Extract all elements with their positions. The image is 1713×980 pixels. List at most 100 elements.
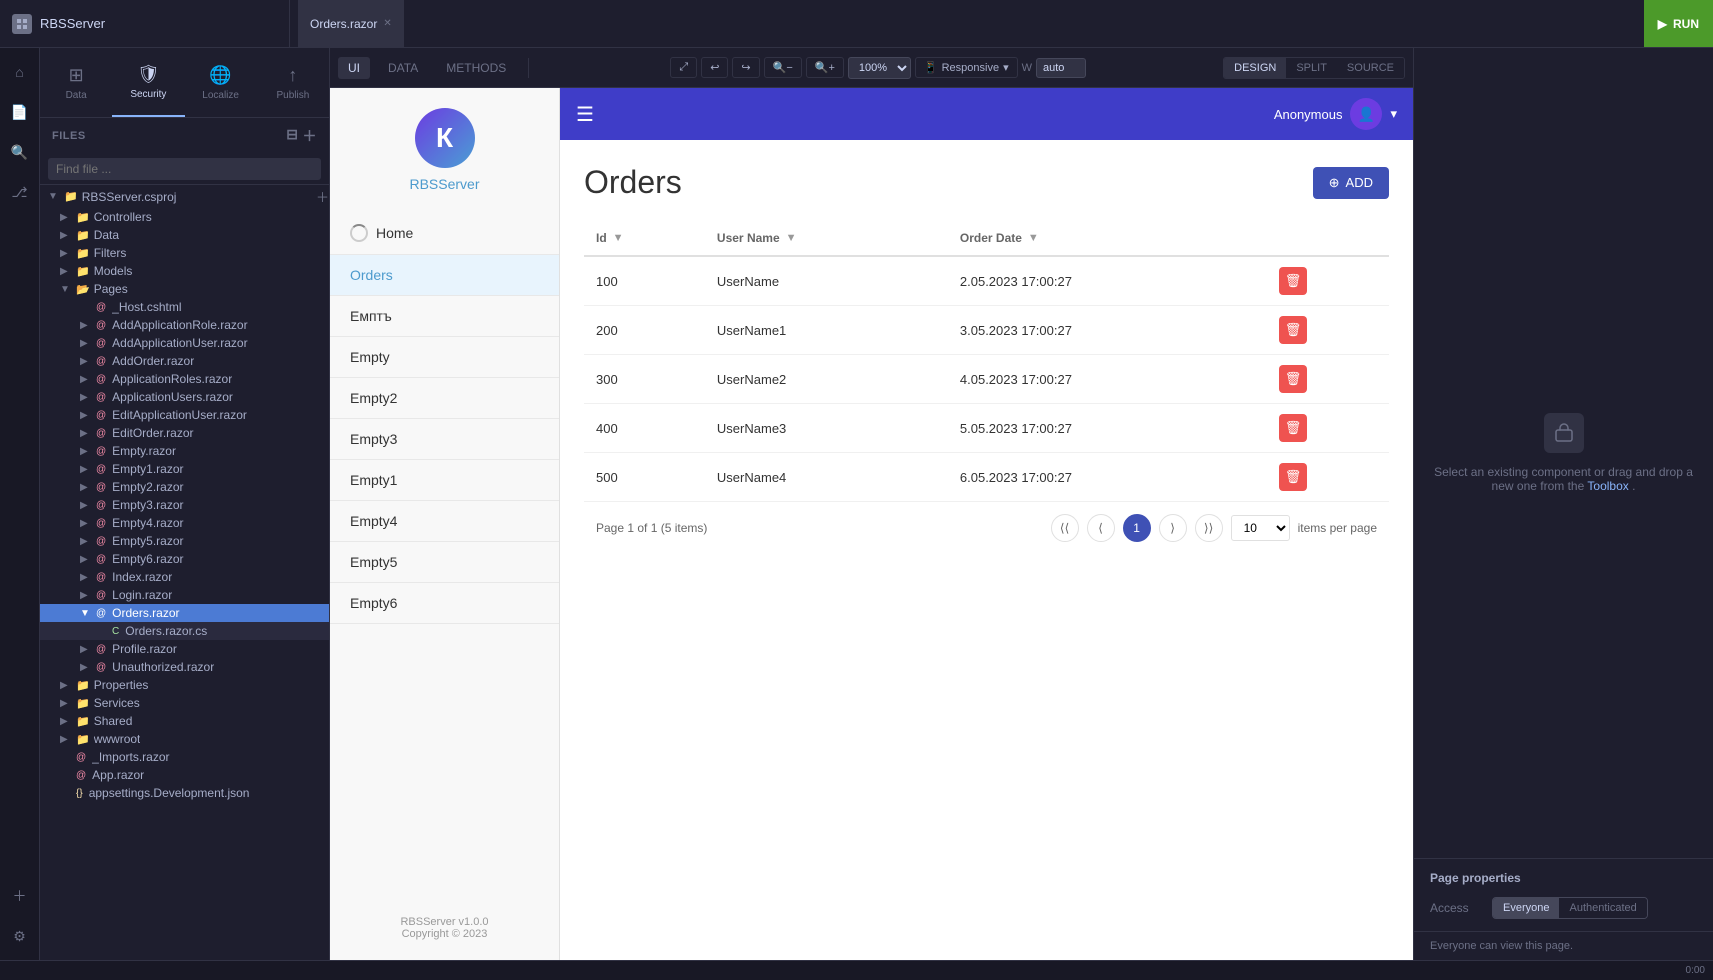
tree-item-properties[interactable]: ▶ 📁 Properties [40,676,329,694]
tab-source[interactable]: SOURCE [1337,58,1404,78]
tree-item-app[interactable]: @ App.razor [40,766,329,784]
tree-item-empty1[interactable]: ▶ @ Empty1.razor [40,460,329,478]
close-tab-icon[interactable]: ✕ [383,18,391,29]
orders-razor-tab[interactable]: Orders.razor ✕ [298,0,405,47]
sidebar-icon-add[interactable]: ＋ [4,880,36,912]
delete-button[interactable]: 🗑 [1279,414,1307,442]
toolbar-data[interactable]: ⊞ Data [40,48,112,117]
tree-item-wwwroot[interactable]: ▶ 📁 wwwroot [40,730,329,748]
empty-state-text: Select an existing component or drag and… [1434,465,1693,493]
tree-item-profile[interactable]: ▶ @ Profile.razor [40,640,329,658]
tree-item-empty5[interactable]: ▶ @ Empty5.razor [40,532,329,550]
tree-item-filters[interactable]: ▶ 📁 Filters [40,244,329,262]
sidebar-icon-settings[interactable]: ⚙ [4,920,36,952]
find-file-input[interactable] [48,158,321,180]
tab-methods[interactable]: METHODS [436,57,516,79]
tree-item-app-roles[interactable]: ▶ @ ApplicationRoles.razor [40,370,329,388]
sidebar-icon-search[interactable]: 🔍 [4,136,36,168]
chevron-right-icon: ▶ [80,392,92,403]
tab-data[interactable]: DATA [378,57,428,79]
tree-item-add-order[interactable]: ▶ @ AddOrder.razor [40,352,329,370]
nav-item-orders[interactable]: Orders [330,255,559,296]
tree-item-data[interactable]: ▶ 📁 Data [40,226,329,244]
tree-root[interactable]: ▼ 📁 RBSServer.csproj ＋ [40,185,329,208]
tree-item-controllers[interactable]: ▶ 📁 Controllers [40,208,329,226]
prev-page-button[interactable]: ⟨ [1087,514,1115,542]
sidebar-icon-git[interactable]: ⎇ [4,176,36,208]
nav-item-empty[interactable]: Empty [330,337,559,378]
user-menu[interactable]: Anonymous 👤 ▾ [1274,98,1397,130]
tree-item-services[interactable]: ▶ 📁 Services [40,694,329,712]
filter-orderdate-icon[interactable]: ▼ [1028,232,1039,244]
redo-button[interactable]: ↪ [732,57,759,78]
zoom-out-button[interactable]: 🔍− [764,57,802,78]
zoom-select[interactable]: 100% 75% 50% 125% 150% [848,57,911,79]
delete-button[interactable]: 🗑 [1279,267,1307,295]
delete-button[interactable]: 🗑 [1279,316,1307,344]
file-type-icon: @ [96,518,106,529]
zoom-in-button[interactable]: 🔍+ [806,57,844,78]
last-page-button[interactable]: ⟩⟩ [1195,514,1223,542]
tree-item-edit-order[interactable]: ▶ @ EditOrder.razor [40,424,329,442]
tree-item-empty[interactable]: ▶ @ Empty.razor [40,442,329,460]
tree-item-orders[interactable]: ▼ @ Orders.razor [40,604,329,622]
tree-item-unauthorized[interactable]: ▶ @ Unauthorized.razor [40,658,329,676]
nav-item-empty5[interactable]: Empty5 [330,542,559,583]
tree-item-empty3[interactable]: ▶ @ Empty3.razor [40,496,329,514]
tree-item-add-app-user[interactable]: ▶ @ AddApplicationUser.razor [40,334,329,352]
hamburger-icon[interactable]: ☰ [576,102,594,127]
page-properties-title: Page properties [1430,871,1697,885]
tree-item-login[interactable]: ▶ @ Login.razor [40,586,329,604]
tree-item-models[interactable]: ▶ 📁 Models [40,262,329,280]
expand-button[interactable]: ⤢ [670,57,697,78]
tree-item-orders-cs[interactable]: C Orders.razor.cs [40,622,329,640]
tree-item-shared[interactable]: ▶ 📁 Shared [40,712,329,730]
toolbar-publish[interactable]: ↑ Publish [257,48,329,117]
nav-item-emptb[interactable]: Емптъ [330,296,559,337]
tree-item-app-users[interactable]: ▶ @ ApplicationUsers.razor [40,388,329,406]
filter-username-icon[interactable]: ▼ [786,232,797,244]
nav-item-empty4[interactable]: Empty4 [330,501,559,542]
nav-item-empty2[interactable]: Empty2 [330,378,559,419]
tree-item-appsettings[interactable]: {} appsettings.Development.json [40,784,329,802]
nav-item-empty6[interactable]: Empty6 [330,583,559,624]
tree-item-index[interactable]: ▶ @ Index.razor [40,568,329,586]
toolbox-link[interactable]: Toolbox [1587,479,1628,493]
tree-item-empty6[interactable]: ▶ @ Empty6.razor [40,550,329,568]
nav-item-empty3[interactable]: Empty3 [330,419,559,460]
current-page-button[interactable]: 1 [1123,514,1151,542]
tree-item-imports[interactable]: @ _Imports.razor [40,748,329,766]
undo-button[interactable]: ↩ [701,57,728,78]
tree-item-add-app-role[interactable]: ▶ @ AddApplicationRole.razor [40,316,329,334]
per-page-select[interactable]: 10 25 50 100 [1231,515,1290,541]
tab-split[interactable]: SPLIT [1286,58,1337,78]
chevron-right-icon: ▶ [60,734,72,745]
nav-item-empty1[interactable]: Empty1 [330,460,559,501]
toolbar-localize[interactable]: 🌐 Localize [185,48,257,117]
tab-design[interactable]: DESIGN [1224,58,1286,78]
sidebar-icon-home[interactable]: ⌂ [4,56,36,88]
filter-id-icon[interactable]: ▼ [613,232,624,244]
tree-item-pages[interactable]: ▼ 📂 Pages [40,280,329,298]
delete-button[interactable]: 🗑 [1279,365,1307,393]
add-file-icon[interactable]: ＋ [316,187,329,206]
tree-item-edit-app-user[interactable]: ▶ @ EditApplicationUser.razor [40,406,329,424]
nav-item-home[interactable]: Home [330,212,559,255]
access-tab-everyone[interactable]: Everyone [1493,898,1559,918]
run-button[interactable]: ▶ RUN [1644,0,1713,47]
toolbar-security[interactable]: 🛡 Security [112,48,184,117]
files-add-icon[interactable]: ＋ [303,126,318,146]
tree-item-empty4[interactable]: ▶ @ Empty4.razor [40,514,329,532]
width-input[interactable] [1036,58,1086,78]
first-page-button[interactable]: ⟨⟨ [1051,514,1079,542]
tree-item-host-cshtml[interactable]: @ _Host.cshtml [40,298,329,316]
delete-button[interactable]: 🗑 [1279,463,1307,491]
responsive-button[interactable]: 📱 Responsive ▾ [915,57,1018,78]
next-page-button[interactable]: ⟩ [1159,514,1187,542]
tree-item-empty2[interactable]: ▶ @ Empty2.razor [40,478,329,496]
access-tab-authenticated[interactable]: Authenticated [1559,898,1646,918]
sidebar-icon-files[interactable]: 📄 [4,96,36,128]
files-layout-icon[interactable]: ⊟ [286,126,298,146]
add-button[interactable]: ⊕ ADD [1313,167,1389,199]
tab-ui[interactable]: UI [338,57,370,79]
